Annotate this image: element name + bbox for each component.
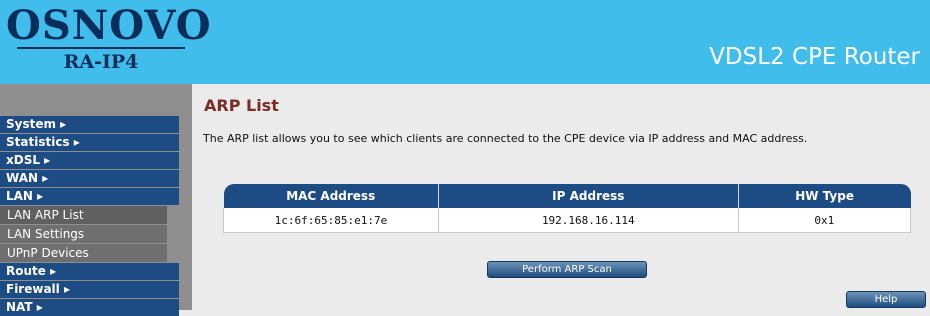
page-title: ARP List	[204, 96, 279, 115]
page-description: The ARP list allows you to see which cli…	[203, 132, 808, 145]
sidebar-item-lan[interactable]: LAN ▸	[0, 188, 179, 205]
sidebar-item-xdsl[interactable]: xDSL ▸	[0, 152, 179, 169]
main-content: ARP List The ARP list allows you to see …	[192, 84, 930, 310]
table-row: 1c:6f:65:85:e1:7e 192.168.16.114 0x1	[223, 208, 912, 233]
sidebar-item-firewall[interactable]: Firewall ▸	[0, 281, 179, 298]
product-title: VDSL2 CPE Router	[709, 44, 920, 70]
cell-mac: 1c:6f:65:85:e1:7e	[223, 208, 439, 233]
sidebar-item-statistics[interactable]: Statistics ▸	[0, 134, 179, 151]
logo-brand-text: OSNOVO	[6, 2, 212, 49]
sidebar-item-nat[interactable]: NAT ▸	[0, 299, 179, 316]
sidebar-item-wan[interactable]: WAN ▸	[0, 170, 179, 187]
brand-logo: OSNOVO RA-IP4	[6, 2, 212, 78]
logo-model-text: RA-IP4	[63, 51, 139, 73]
sidebar-subitem-upnp-devices[interactable]: UPnP Devices	[0, 244, 167, 262]
header: OSNOVO RA-IP4 VDSL2 CPE Router	[0, 0, 930, 84]
perform-arp-scan-button[interactable]: Perform ARP Scan	[487, 261, 647, 278]
arp-table: MAC Address IP Address HW Type 1c:6f:65:…	[223, 184, 912, 233]
sidebar-subitem-lan-settings[interactable]: LAN Settings	[0, 225, 167, 243]
cell-ip: 192.168.16.114	[438, 208, 739, 233]
column-header-hw-type: HW Type	[738, 184, 911, 208]
help-button[interactable]: Help	[846, 291, 926, 308]
sidebar-item-system[interactable]: System ▸	[0, 116, 179, 133]
sidebar: System ▸ Statistics ▸ xDSL ▸ WAN ▸ LAN ▸…	[0, 84, 192, 316]
cell-hw-type: 0x1	[738, 208, 912, 233]
table-header-row: MAC Address IP Address HW Type	[223, 184, 911, 208]
arp-table-container: MAC Address IP Address HW Type 1c:6f:65:…	[223, 184, 912, 233]
sidebar-item-route[interactable]: Route ▸	[0, 263, 179, 280]
sidebar-subitem-lan-arp-list[interactable]: LAN ARP List	[0, 206, 167, 224]
column-header-ip: IP Address	[438, 184, 739, 208]
column-header-mac: MAC Address	[223, 184, 439, 208]
